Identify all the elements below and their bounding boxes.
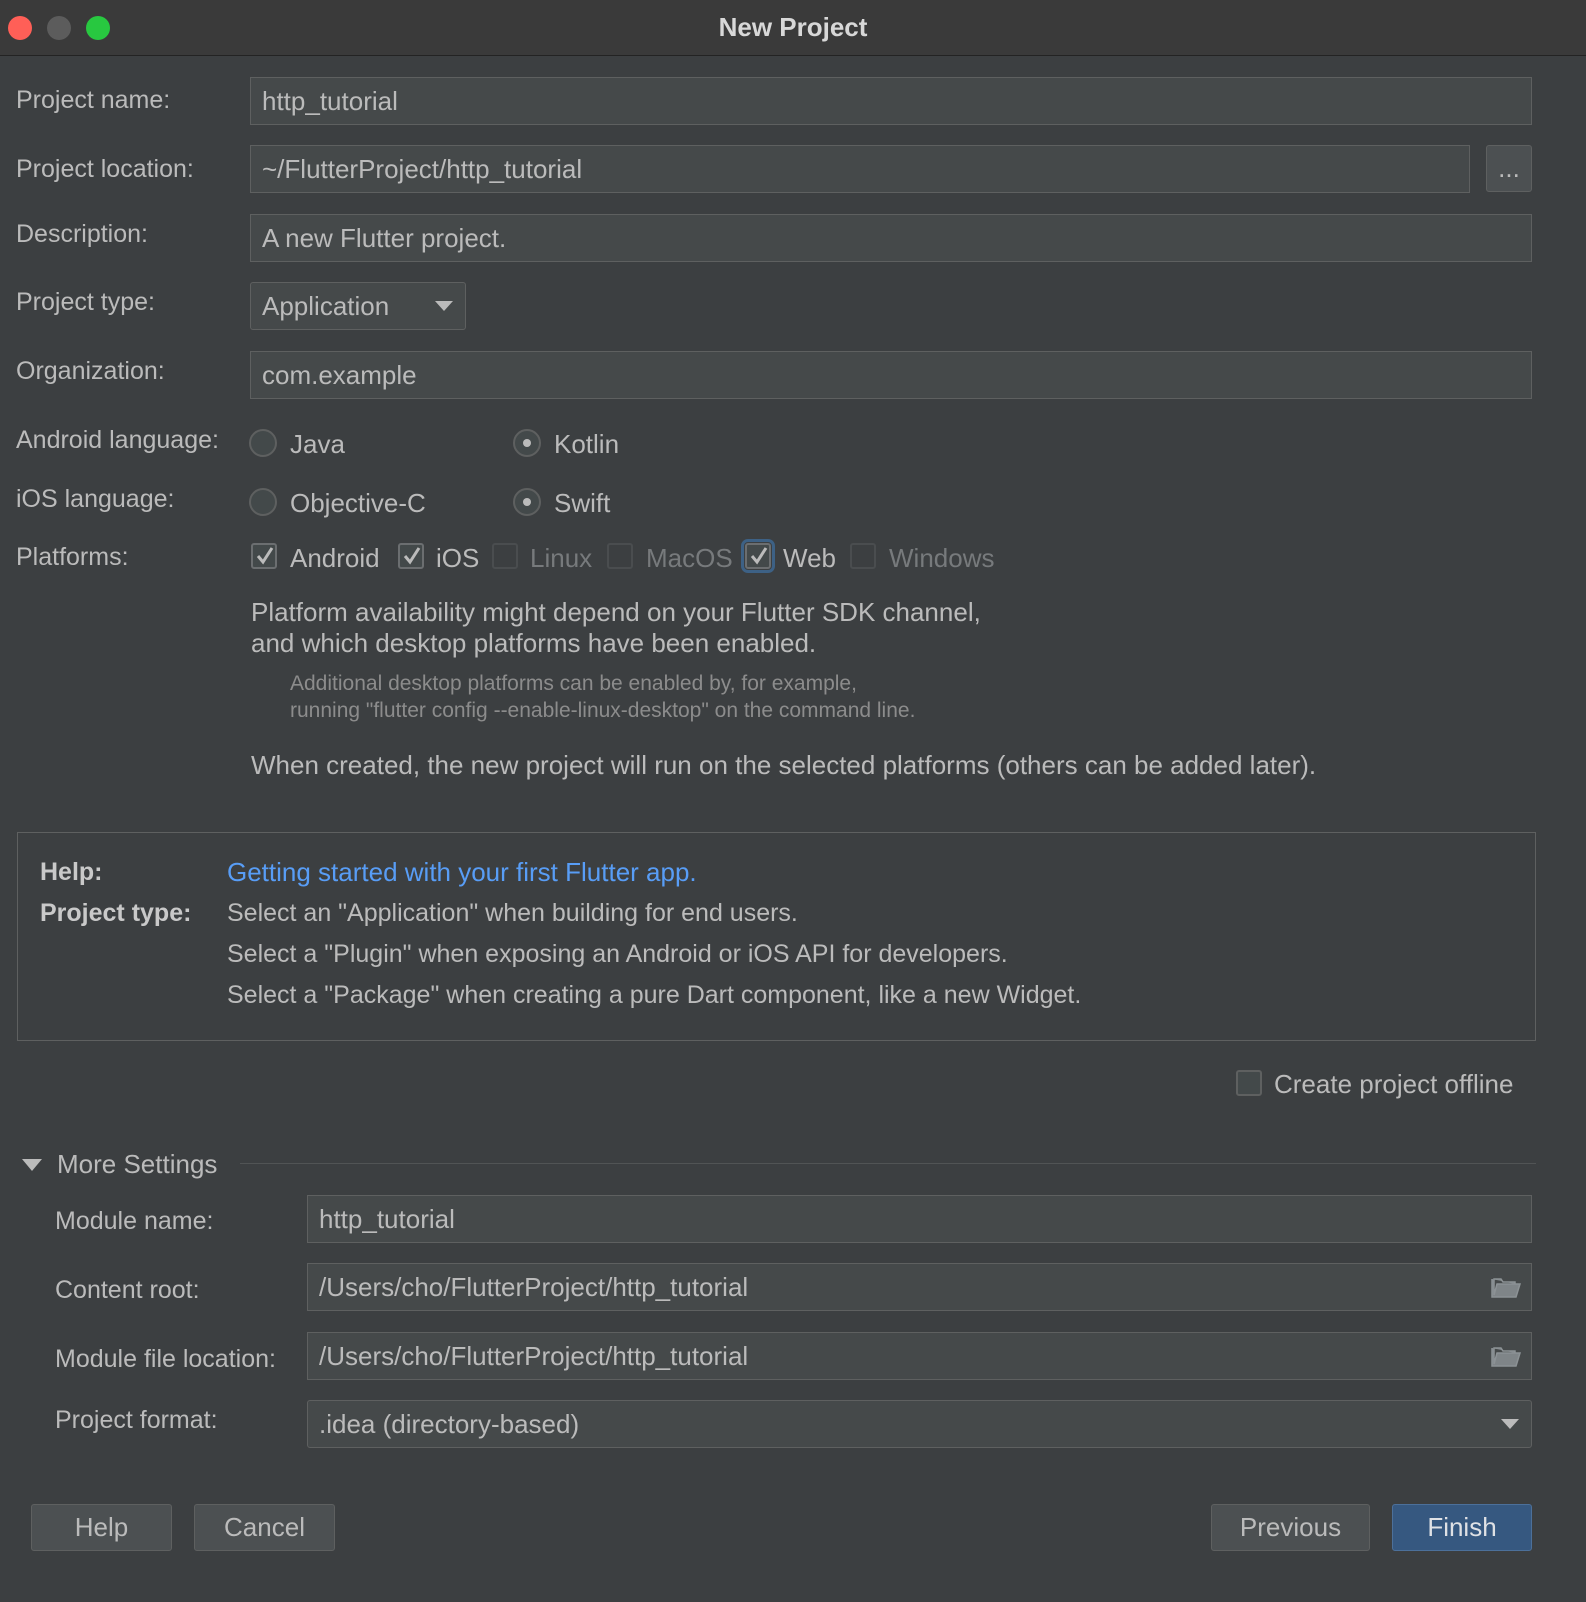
checkbox-macos bbox=[607, 543, 633, 569]
checkbox-windows-label: Windows bbox=[889, 543, 995, 573]
radio-java[interactable] bbox=[249, 429, 277, 457]
checkbox-web[interactable] bbox=[741, 539, 775, 573]
project-type-value: Application bbox=[262, 290, 390, 321]
module-name-label: Module name: bbox=[55, 1207, 214, 1235]
module-file-location-label: Module file location: bbox=[55, 1345, 276, 1373]
project-type-label: Project type: bbox=[16, 288, 155, 316]
window-title: New Project bbox=[718, 12, 868, 42]
module-name-input[interactable]: http_tutorial bbox=[307, 1195, 1532, 1243]
radio-objective-c-label: Objective-C bbox=[290, 488, 426, 518]
checkbox-windows bbox=[850, 543, 876, 569]
checkmark-icon bbox=[403, 547, 421, 565]
triangle-down-icon[interactable] bbox=[22, 1158, 42, 1176]
help-button[interactable]: Help bbox=[31, 1504, 172, 1551]
checkbox-macos-label: MacOS bbox=[646, 543, 733, 573]
separator bbox=[240, 1163, 1536, 1164]
organization-input[interactable]: com.example bbox=[250, 351, 1532, 399]
browse-location-button[interactable]: ... bbox=[1486, 145, 1532, 192]
checkbox-create-offline[interactable] bbox=[1236, 1070, 1262, 1096]
project-format-select[interactable]: .idea (directory-based) bbox=[307, 1400, 1532, 1448]
chevron-down-icon bbox=[435, 301, 453, 311]
project-name-input[interactable]: http_tutorial bbox=[250, 77, 1532, 125]
radio-java-label: Java bbox=[290, 429, 345, 459]
project-location-input[interactable]: ~/FlutterProject/http_tutorial bbox=[250, 145, 1470, 193]
project-name-label: Project name: bbox=[16, 86, 171, 114]
platform-small-line1: Additional desktop platforms can be enab… bbox=[290, 672, 857, 695]
folder-icon bbox=[1491, 1278, 1521, 1298]
checkbox-linux bbox=[492, 543, 518, 569]
checkbox-ios-label: iOS bbox=[436, 543, 480, 573]
radio-swift-label: Swift bbox=[554, 488, 611, 518]
platform-note-line1: Platform availability might depend on yo… bbox=[251, 597, 981, 627]
project-format-value: .idea (directory-based) bbox=[319, 1408, 580, 1439]
radio-swift[interactable] bbox=[513, 488, 541, 516]
checkmark-icon bbox=[256, 547, 274, 565]
checkbox-create-offline-label: Create project offline bbox=[1274, 1069, 1514, 1099]
ios-language-label: iOS language: bbox=[16, 485, 175, 513]
folder-icon bbox=[1491, 1347, 1521, 1367]
platform-note-line2: and which desktop platforms have been en… bbox=[251, 628, 817, 658]
platform-small-line2: running "flutter config --enable-linux-d… bbox=[290, 699, 916, 722]
android-language-label: Android language: bbox=[16, 426, 219, 454]
radio-kotlin[interactable] bbox=[513, 429, 541, 457]
project-type-select[interactable]: Application bbox=[250, 282, 466, 330]
cancel-button[interactable]: Cancel bbox=[194, 1504, 335, 1551]
content-root-value: /Users/cho/FlutterProject/http_tutorial bbox=[319, 1271, 749, 1302]
radio-kotlin-label: Kotlin bbox=[554, 429, 620, 459]
project-location-label: Project location: bbox=[16, 155, 194, 183]
help-line: Select a "Package" when creating a pure … bbox=[227, 981, 1082, 1009]
description-label: Description: bbox=[16, 220, 148, 248]
checkbox-android[interactable] bbox=[251, 543, 277, 569]
description-input[interactable]: A new Flutter project. bbox=[250, 214, 1532, 262]
checkbox-ios[interactable] bbox=[398, 543, 424, 569]
created-note: When created, the new project will run o… bbox=[251, 750, 1317, 780]
help-line: Select an "Application" when building fo… bbox=[227, 899, 798, 927]
help-project-type-label: Project type: bbox=[40, 899, 192, 927]
platforms-label: Platforms: bbox=[16, 543, 129, 571]
checkmark-icon bbox=[750, 547, 768, 565]
more-settings-toggle[interactable]: More Settings bbox=[57, 1149, 217, 1180]
chevron-down-icon bbox=[1501, 1419, 1519, 1429]
module-file-location-value: /Users/cho/FlutterProject/http_tutorial bbox=[319, 1340, 749, 1371]
radio-objective-c[interactable] bbox=[249, 488, 277, 516]
help-line: Select a "Plugin" when exposing an Andro… bbox=[227, 940, 1008, 968]
project-format-label: Project format: bbox=[55, 1406, 218, 1434]
checkbox-web-label: Web bbox=[783, 543, 836, 573]
checkbox-android-label: Android bbox=[290, 543, 380, 573]
checkbox-linux-label: Linux bbox=[530, 543, 593, 573]
getting-started-link[interactable]: Getting started with your first Flutter … bbox=[227, 857, 697, 888]
finish-button[interactable]: Finish bbox=[1392, 1504, 1532, 1551]
module-file-location-input[interactable]: /Users/cho/FlutterProject/http_tutorial bbox=[307, 1332, 1532, 1380]
organization-label: Organization: bbox=[16, 357, 165, 385]
help-label: Help: bbox=[40, 858, 103, 886]
content-root-input[interactable]: /Users/cho/FlutterProject/http_tutorial bbox=[307, 1263, 1532, 1311]
content-root-label: Content root: bbox=[55, 1276, 200, 1304]
previous-button[interactable]: Previous bbox=[1211, 1504, 1370, 1551]
